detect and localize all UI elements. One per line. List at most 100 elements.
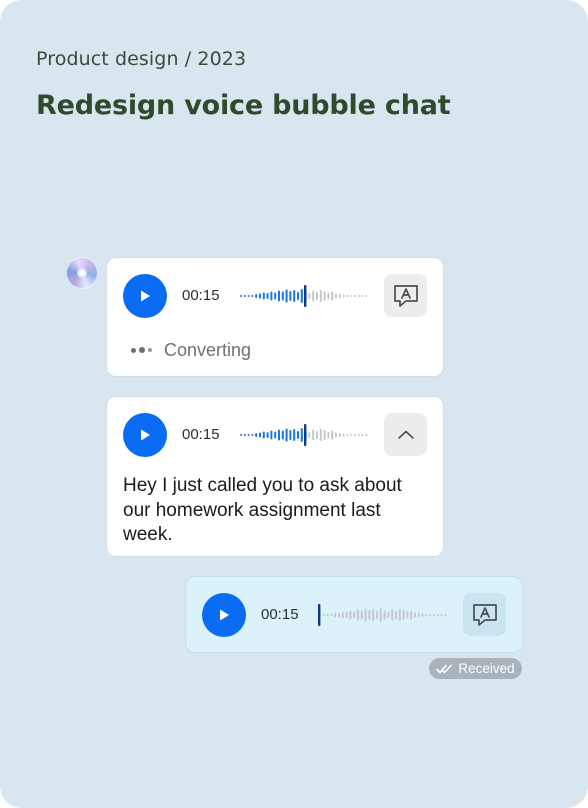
waveform-bar [255, 433, 258, 437]
waveform-bar [335, 432, 337, 438]
transcribe-button[interactable] [384, 274, 427, 317]
waveform-bar [346, 434, 349, 436]
play-button[interactable] [123, 274, 167, 318]
voice-message-bubble: 00:15 Converting [106, 257, 444, 377]
voice-message-bubble-sent: 00:15 [185, 576, 523, 653]
waveform-bar [323, 430, 326, 440]
waveform-bar [368, 610, 371, 620]
waveform-bar [357, 295, 360, 297]
duration-label: 00:15 [182, 426, 220, 443]
waveform-bar [444, 614, 447, 616]
waveform-bar [425, 614, 428, 616]
transcribe-icon [472, 603, 497, 626]
waveform-bar [293, 290, 296, 302]
waveform-bar [376, 611, 378, 619]
waveform-bar [357, 609, 359, 621]
waveform-bar [259, 293, 261, 299]
waveform-bar [319, 429, 322, 441]
waveform-bar [270, 291, 273, 301]
waveform-bar [289, 291, 292, 301]
waveform-bar [240, 295, 242, 297]
waveform-bar [350, 295, 353, 297]
waveform-bar [297, 292, 299, 300]
waveform-bar [262, 292, 265, 300]
waveform-bar [402, 610, 405, 620]
collapse-transcript-button[interactable] [384, 413, 427, 456]
waveform-bar [243, 434, 246, 436]
waveform-bar [338, 433, 341, 437]
waveform-bar [308, 293, 311, 299]
waveform-bar [326, 614, 329, 616]
waveform-bar [335, 293, 337, 299]
waveform-bar [316, 431, 318, 439]
waveform-bar [300, 289, 303, 303]
audio-waveform[interactable] [318, 603, 448, 627]
play-button[interactable] [123, 413, 167, 457]
waveform-bar [251, 295, 254, 297]
waveform-bar [312, 290, 315, 302]
waveform-bar [247, 295, 250, 297]
waveform-bar [354, 434, 356, 436]
waveform-bar [342, 294, 345, 298]
waveform-bar [251, 434, 254, 436]
playback-cursor[interactable] [318, 604, 321, 626]
converting-label: Converting [164, 339, 252, 360]
waveform-bar [274, 292, 277, 300]
waveform-bar [433, 614, 435, 616]
double-check-icon [436, 664, 453, 673]
playback-cursor[interactable] [304, 285, 307, 307]
transcribe-icon [393, 284, 418, 307]
audio-waveform[interactable] [239, 423, 369, 447]
waveform-bar [266, 432, 269, 438]
loading-dots-icon [131, 347, 152, 353]
waveform-bar [372, 609, 375, 621]
waveform-bar [255, 294, 258, 298]
duration-label: 00:15 [261, 606, 299, 623]
waveform-bar [243, 295, 246, 297]
converting-status: Converting [131, 338, 251, 362]
waveform-bar [398, 609, 401, 621]
waveform-bar [327, 292, 330, 300]
waveform-bar [391, 609, 394, 621]
transcribe-button[interactable] [463, 593, 506, 636]
waveform-bar [281, 430, 284, 440]
waveform-bar [353, 611, 356, 619]
waveform-bar [266, 293, 269, 299]
waveform-bar [341, 611, 344, 619]
play-icon [141, 290, 150, 302]
waveform-bar [350, 434, 353, 436]
waveform-bar [300, 428, 303, 442]
playback-cursor[interactable] [304, 424, 307, 446]
page-title: Redesign voice bubble chat [36, 90, 451, 121]
waveform-bar [429, 614, 432, 616]
waveform-bar [417, 613, 420, 617]
waveform-bar [346, 295, 349, 297]
waveform-bar [285, 428, 288, 442]
waveform-bar [285, 289, 288, 303]
waveform-bar [338, 294, 341, 298]
waveform-bar [259, 432, 261, 438]
waveform-bar [357, 434, 360, 436]
waveform-bar [365, 434, 368, 436]
waveform-bar [270, 430, 273, 440]
play-button[interactable] [202, 593, 246, 637]
waveform-bar [364, 608, 367, 622]
duration-label: 00:15 [182, 287, 220, 304]
waveform-bar [293, 429, 296, 441]
waveform-bar [354, 295, 356, 297]
waveform-bar [414, 612, 416, 618]
waveform-bar [379, 608, 382, 622]
waveform-bar [262, 431, 265, 439]
waveform-bar [383, 610, 386, 620]
status-label: Received [458, 661, 515, 676]
waveform-bar [331, 430, 334, 440]
waveform-bar [274, 431, 277, 439]
waveform-bar [327, 431, 330, 439]
audio-waveform[interactable] [239, 284, 369, 308]
waveform-bar [334, 613, 337, 617]
chevron-up-icon [397, 430, 414, 439]
play-icon [220, 609, 229, 621]
waveform-bar [365, 295, 368, 297]
avatar[interactable] [66, 257, 98, 289]
waveform-bar [322, 614, 325, 616]
